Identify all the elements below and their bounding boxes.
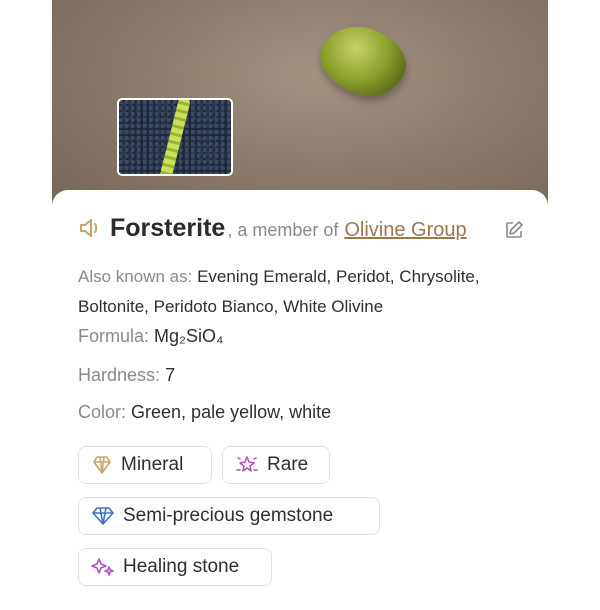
formula-value: Mg₂SiO₄: [154, 326, 224, 346]
color-label: Color:: [78, 402, 127, 422]
chain-image: [158, 100, 192, 174]
color-row: Color: Green, pale yellow, white: [78, 402, 331, 423]
mineral-photo: [52, 0, 548, 215]
mineral-name: Forsterite: [110, 214, 226, 242]
color-value: Green, pale yellow, white: [131, 402, 332, 422]
info-card: Forsterite , a member of Olivine Group A…: [52, 190, 548, 610]
formula-row: Formula: Mg₂SiO₄: [78, 326, 223, 347]
aka-row: Also known as: Evening Emerald, Peridot,…: [78, 262, 528, 322]
group-link[interactable]: Olivine Group: [344, 219, 466, 242]
gem-image: [311, 16, 415, 106]
hardness-value: 7: [165, 365, 176, 385]
tag-label: Semi-precious gemstone: [123, 505, 334, 526]
tag-mineral[interactable]: Mineral: [78, 446, 212, 484]
tag-healing-stone[interactable]: Healing stone: [78, 548, 272, 586]
tag-label: Rare: [267, 454, 309, 475]
title-row: Forsterite , a member of Olivine Group: [78, 212, 467, 243]
hardness-label: Hardness:: [78, 365, 161, 385]
tag-label: Mineral: [121, 454, 184, 475]
photo-thumbnail[interactable]: [117, 98, 233, 176]
tag-semi-precious-gemstone[interactable]: Semi-precious gemstone: [78, 497, 380, 535]
diamond-icon: [92, 507, 114, 525]
speaker-icon[interactable]: [78, 216, 102, 240]
aka-label: Also known as:: [78, 267, 193, 286]
tag-rare[interactable]: Rare: [222, 446, 330, 484]
hardness-row: Hardness: 7: [78, 365, 175, 386]
sparkles-icon: [91, 558, 114, 576]
sparkle-icon: [236, 456, 258, 472]
member-text: , a member of: [227, 220, 339, 240]
tag-label: Healing stone: [123, 556, 240, 577]
edit-icon[interactable]: [504, 220, 524, 240]
formula-label: Formula:: [78, 326, 150, 346]
crystal-icon: [93, 456, 111, 474]
